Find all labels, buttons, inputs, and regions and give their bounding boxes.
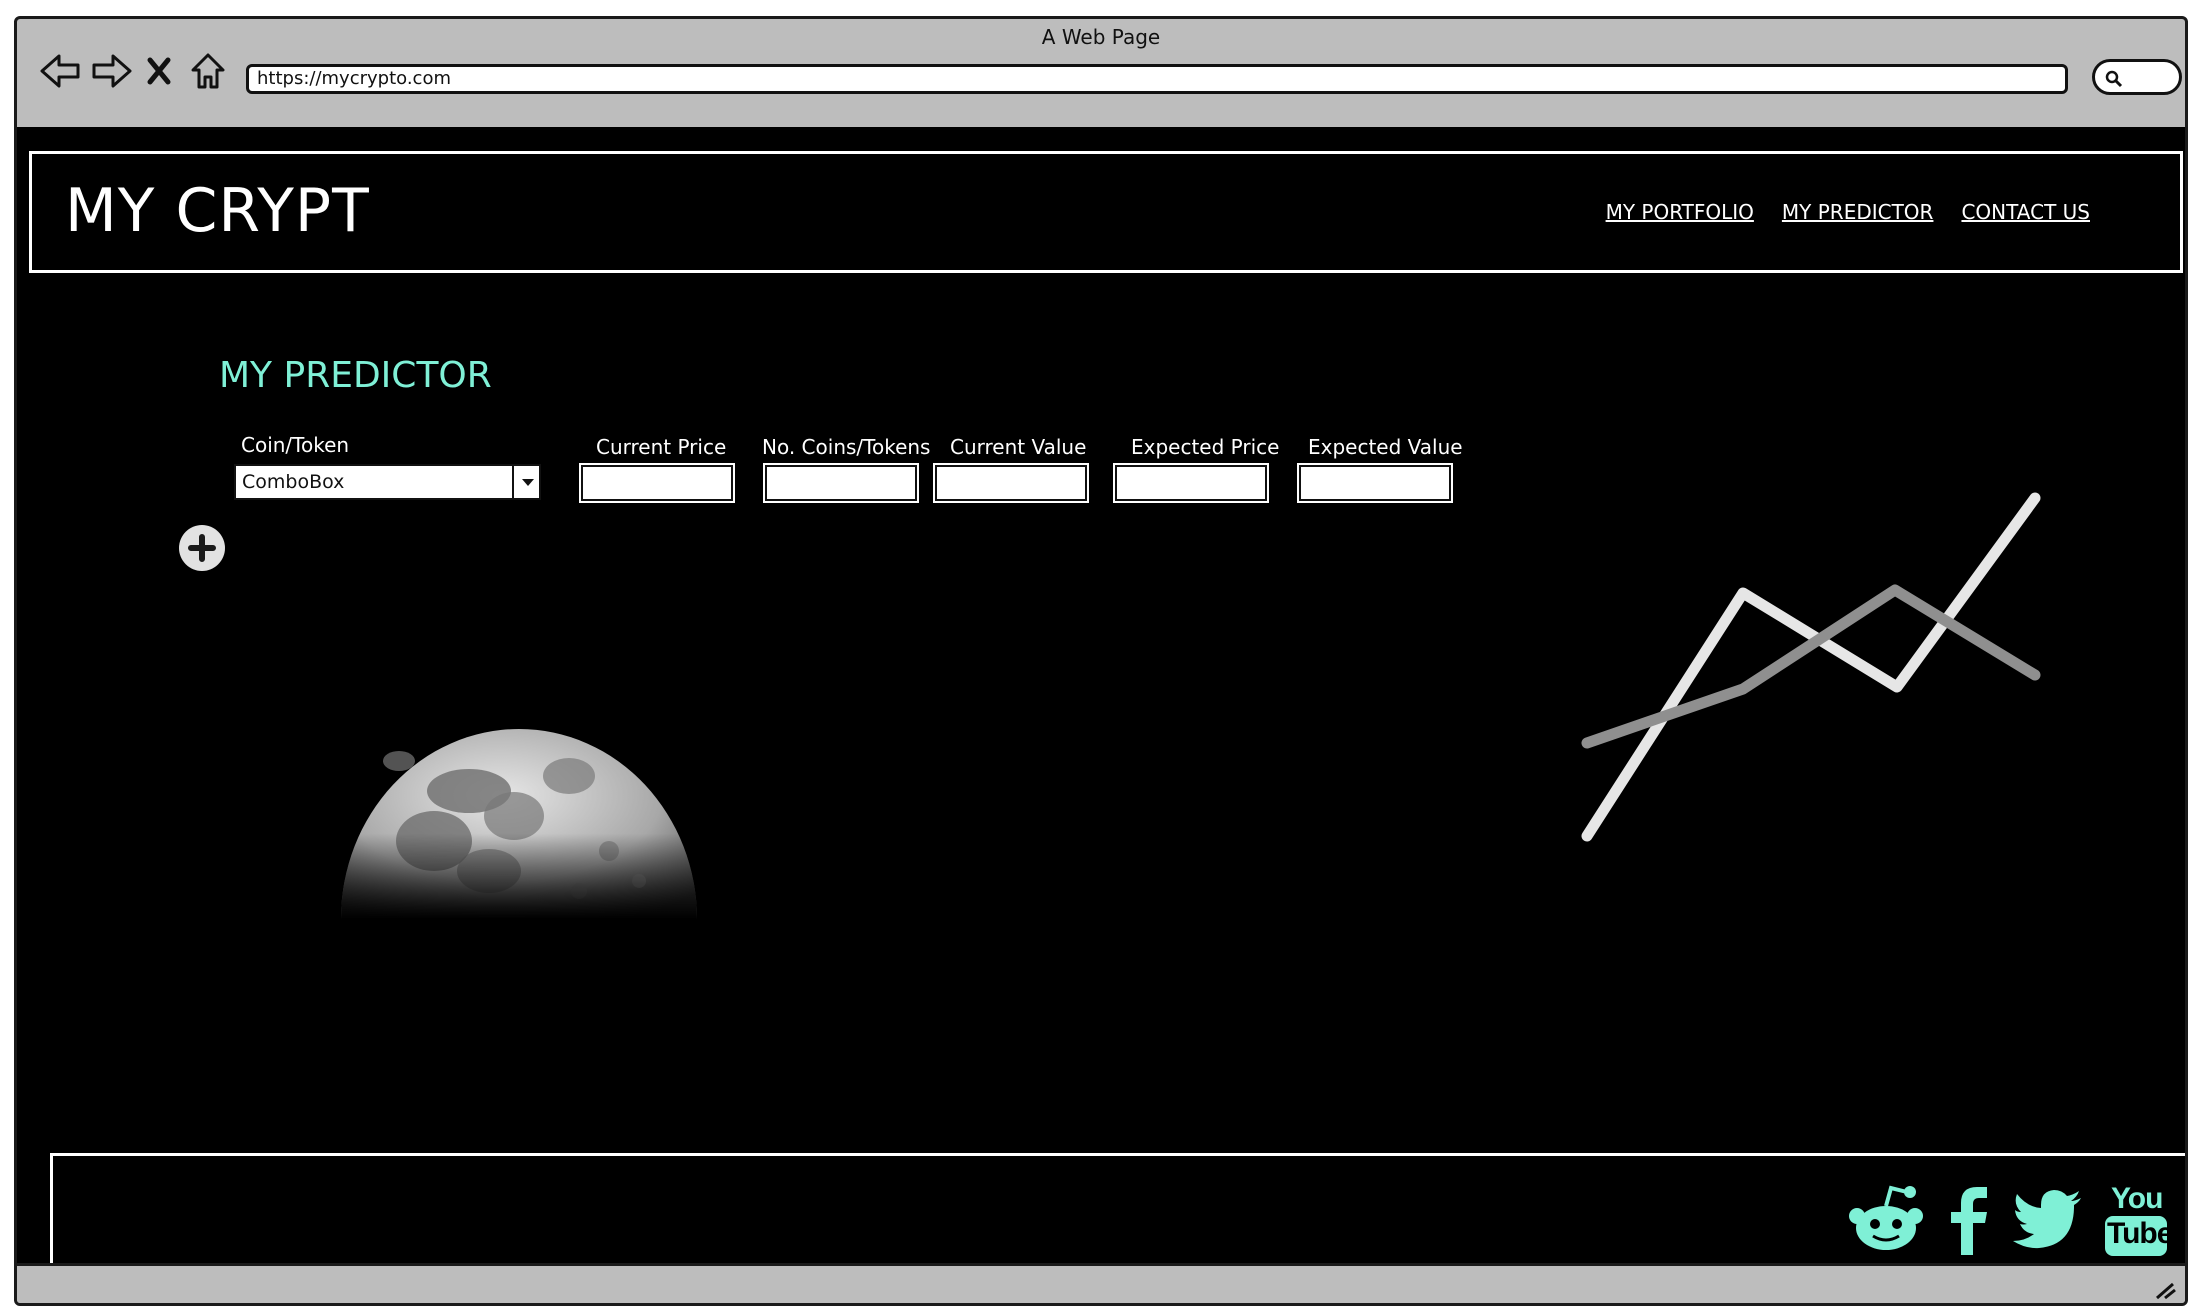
browser-search-box[interactable]: [2092, 59, 2182, 95]
combo-value: ComboBox: [242, 471, 345, 493]
coin-token-label: Coin/Token: [241, 433, 350, 457]
expected-price-label: Expected Price: [1131, 435, 1280, 459]
facebook-icon[interactable]: [1947, 1185, 1991, 1255]
page-viewport: MY CRYPT MY PORTFOLIO MY PREDICTOR CONTA…: [17, 127, 2185, 1275]
close-icon[interactable]: [143, 49, 175, 93]
site-header: MY CRYPT MY PORTFOLIO MY PREDICTOR CONTA…: [29, 151, 2183, 273]
page-title: MY PREDICTOR: [219, 355, 492, 396]
expected-price-input[interactable]: [1113, 463, 1269, 503]
main-nav: MY PORTFOLIO MY PREDICTOR CONTACT US: [1606, 200, 2090, 224]
current-value-label: Current Value: [950, 435, 1087, 459]
chevron-down-icon[interactable]: [512, 466, 541, 498]
site-logo[interactable]: MY CRYPT: [65, 176, 370, 246]
twitter-icon[interactable]: [2013, 1190, 2083, 1250]
nav-contact-us[interactable]: CONTACT US: [1961, 200, 2090, 224]
current-price-input[interactable]: [579, 463, 735, 503]
line-chart-icon: [1581, 492, 2041, 842]
plus-circle-icon[interactable]: [179, 525, 225, 571]
youtube-text-top: You: [2111, 1182, 2163, 1215]
youtube-text-bottom: Tube: [2107, 1217, 2173, 1250]
coin-token-combobox[interactable]: ComboBox: [234, 464, 541, 500]
moon-image: [341, 729, 697, 919]
reddit-icon[interactable]: [1847, 1184, 1925, 1256]
no-coins-input[interactable]: [763, 463, 919, 503]
site-footer: You Tube: [50, 1153, 2185, 1275]
search-icon: [2105, 70, 2123, 88]
window-title: A Web Page: [1041, 25, 1161, 49]
status-bar: [17, 1263, 2185, 1303]
resize-grip-icon[interactable]: [2153, 1280, 2177, 1300]
no-coins-label: No. Coins/Tokens: [762, 435, 931, 459]
youtube-icon[interactable]: You Tube: [2105, 1182, 2173, 1258]
current-price-label: Current Price: [596, 435, 727, 459]
youtube-badge: Tube: [2105, 1216, 2173, 1256]
social-links: You Tube: [1847, 1182, 2173, 1258]
forward-arrow-icon[interactable]: [89, 49, 135, 93]
nav-my-portfolio[interactable]: MY PORTFOLIO: [1606, 200, 1754, 224]
expected-value-label: Expected Value: [1308, 435, 1463, 459]
nav-my-predictor[interactable]: MY PREDICTOR: [1782, 200, 1934, 224]
expected-value-input[interactable]: [1297, 463, 1453, 503]
address-bar[interactable]: https://mycrypto.com: [246, 64, 2068, 94]
home-icon[interactable]: [185, 49, 231, 93]
current-value-input[interactable]: [933, 463, 1089, 503]
browser-window: A Web Page https://mycrypto.com MY CRYPT…: [14, 16, 2188, 1306]
back-arrow-icon[interactable]: [37, 49, 83, 93]
